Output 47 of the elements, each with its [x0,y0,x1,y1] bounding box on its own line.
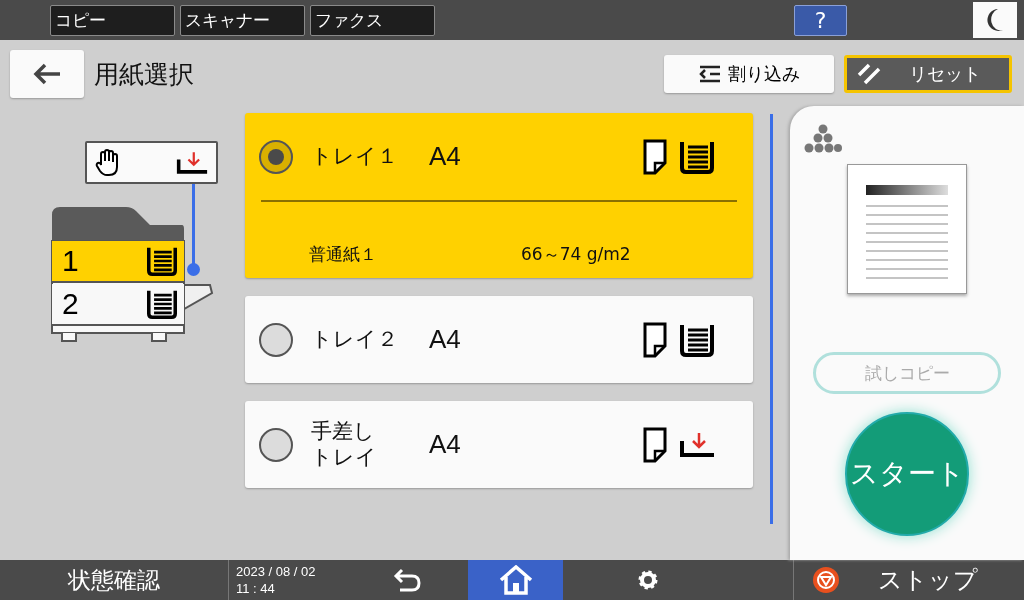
back-button[interactable] [10,50,84,98]
radio-button [259,139,293,174]
home-icon [498,565,533,595]
tray-option[interactable]: 手差しトレイ A4 [245,401,753,488]
reset-button[interactable]: リセット [844,55,1012,93]
paper-icon [643,426,667,463]
paper-size: A4 [429,429,462,460]
tray-name: トレイ２ [311,326,399,353]
reset-icon [857,63,881,85]
date-text: 2023 / 08 / 02 [236,563,317,580]
app-tab[interactable]: ファクス [310,4,435,36]
interrupt-button[interactable]: 割り込み [664,55,834,93]
hand-icon [95,148,121,177]
home-button[interactable] [468,560,563,600]
page-title: 用紙選択 [94,58,195,91]
tray-option[interactable]: トレイ１ A4 普通紙１ 66～74 g/m2 [245,113,753,278]
moon-icon [986,8,1004,32]
time-text: 11 : 44 [236,580,276,597]
stop-icon [812,566,840,594]
paper-icon [643,138,667,175]
paper-size: A4 [429,141,462,172]
paper-stack-icon [146,289,178,319]
paper-size: A4 [429,324,462,355]
paper-weight: 66～74 g/m2 [521,243,631,266]
bypass-tray-icon [176,149,208,176]
app-tab[interactable]: コピー [50,4,175,36]
paper-stack-icon [679,139,715,174]
sleep-button[interactable] [973,2,1017,38]
tray-option[interactable]: トレイ２ A4 [245,296,753,383]
interrupt-icon [698,64,722,84]
paper-type: 普通紙１ [309,243,378,266]
help-button[interactable]: ? [794,4,847,36]
paper-stack-icon [146,246,178,276]
back-arrow-icon [32,62,62,86]
bypass-tray-icon [679,430,715,459]
tray-name: トレイ１ [311,143,399,170]
radio-button [259,322,293,357]
app-tab[interactable]: スキャナー [180,4,305,36]
tray-name: 手差しトレイ [311,419,378,470]
tray-slot: 2 [52,284,184,326]
paper-icon [643,321,667,358]
settings-icon [636,568,660,592]
return-icon [392,568,422,592]
paper-stack-icon [679,322,715,357]
tray-slot: 1 [52,241,184,283]
status-check-button[interactable]: 状態確認 [0,564,228,596]
radio-button [259,427,293,462]
